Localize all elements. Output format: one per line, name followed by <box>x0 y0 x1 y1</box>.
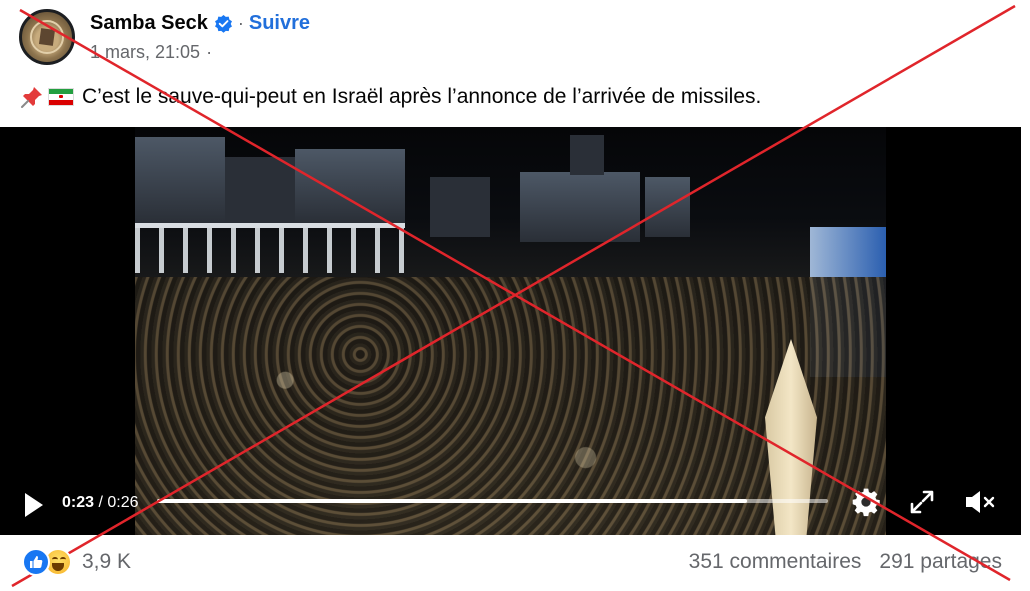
like-reaction-icon <box>22 548 50 576</box>
verified-badge-icon <box>214 14 233 33</box>
pushpin-icon <box>20 85 44 109</box>
gear-icon <box>852 488 880 517</box>
post-text-row: C’est le sauve-qui-peut en Israël après … <box>20 83 761 111</box>
muted-speaker-icon <box>966 491 995 513</box>
time-display: 0:23 / 0:26 <box>62 494 139 512</box>
fullscreen-icon <box>910 490 934 514</box>
duration: 0:26 <box>107 494 139 511</box>
video-controls: 0:23 / 0:26 <box>0 483 1021 535</box>
pergola-beam <box>135 223 405 228</box>
comments-count-link[interactable]: 351 commentaires <box>689 550 862 574</box>
audience-separator: · <box>206 41 213 62</box>
settings-button[interactable] <box>850 486 882 518</box>
avatar-figure <box>38 28 56 46</box>
fullscreen-button[interactable] <box>908 488 936 516</box>
shares-count-link[interactable]: 291 partages <box>879 550 1002 574</box>
post-footer: 3,9 K 351 commentaires 291 partages <box>0 540 1030 585</box>
separator-dot: · <box>237 12 244 33</box>
post-timestamp[interactable]: 1 mars, 21:05 <box>90 42 200 63</box>
reaction-count[interactable]: 3,9 K <box>82 550 131 574</box>
post-stats: 351 commentaires 291 partages <box>689 547 1002 577</box>
mute-button[interactable] <box>963 488 997 516</box>
author-avatar[interactable] <box>19 9 75 65</box>
reactions-summary[interactable]: 3,9 K <box>22 547 131 577</box>
time-separator: / <box>94 494 108 511</box>
pergola-structure <box>135 225 405 273</box>
progress-bar[interactable] <box>157 499 828 503</box>
play-button[interactable] <box>22 491 46 519</box>
video-player[interactable]: 0:23 / 0:26 <box>0 127 1021 535</box>
post-meta: 1 mars, 21:05 · <box>90 41 212 63</box>
current-time: 0:23 <box>62 494 95 511</box>
author-name[interactable]: Samba Seck <box>90 12 208 35</box>
author-row: Samba Seck · Suivre <box>90 10 310 36</box>
iran-flag-icon <box>48 88 74 106</box>
post-header: Samba Seck · Suivre 1 mars, 21:05 · <box>0 0 1030 80</box>
video-frame[interactable] <box>135 127 886 535</box>
play-icon <box>25 493 43 517</box>
follow-button[interactable]: Suivre <box>249 12 310 35</box>
post-text: C’est le sauve-qui-peut en Israël après … <box>82 85 762 108</box>
progress-fill <box>157 499 748 503</box>
